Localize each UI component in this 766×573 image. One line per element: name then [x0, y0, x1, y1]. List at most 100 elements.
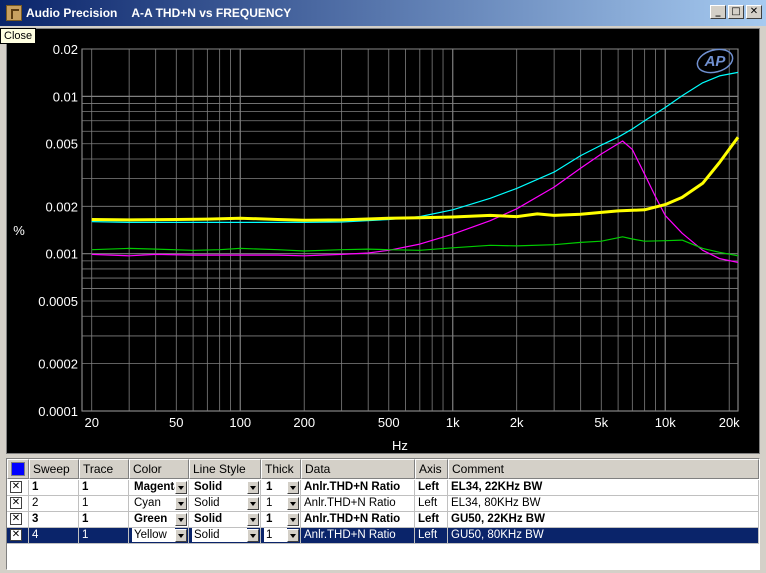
- color-dropdown[interactable]: Cyan: [129, 496, 189, 512]
- cell-axis[interactable]: Left: [415, 480, 448, 496]
- row-enable-cell: ✕: [7, 528, 29, 544]
- x-tick-label: 10k: [655, 415, 676, 430]
- x-tick-label: 2k: [510, 415, 524, 430]
- chevron-down-icon[interactable]: [175, 497, 187, 510]
- table-row[interactable]: ✕ 3 1 Green Solid 1 Anlr.THD+N Ratio Left GU50, …: [7, 512, 759, 528]
- cell-trace[interactable]: 1: [79, 528, 129, 544]
- color-dropdown[interactable]: Magenta: [129, 480, 189, 496]
- line-style-value: Solid: [192, 480, 247, 494]
- color-dropdown[interactable]: Green: [129, 512, 189, 528]
- y-axis-label: %: [13, 223, 25, 238]
- x-tick-label: 20: [84, 415, 98, 430]
- thick-dropdown[interactable]: 1: [261, 528, 301, 544]
- column-header-trace[interactable]: Trace: [79, 459, 129, 479]
- cell-comment[interactable]: EL34, 80KHz BW: [448, 496, 759, 512]
- line-style-value: Solid: [192, 496, 247, 510]
- row-enable-checkbox[interactable]: ✕: [10, 480, 22, 493]
- x-axis-label: Hz: [392, 438, 408, 453]
- cell-trace[interactable]: 1: [79, 512, 129, 528]
- select-all-header[interactable]: [7, 459, 29, 479]
- cell-sweep[interactable]: 4: [29, 528, 79, 544]
- x-tick-label: 1k: [446, 415, 460, 430]
- line-style-dropdown[interactable]: Solid: [189, 528, 261, 544]
- chevron-down-icon[interactable]: [175, 529, 187, 542]
- cell-data[interactable]: Anlr.THD+N Ratio: [301, 528, 415, 544]
- cell-axis[interactable]: Left: [415, 528, 448, 544]
- window-controls: _ □ ✕: [708, 5, 762, 19]
- chart-frame: 20 50 100 200 500 1k 2k 5k 10k 20k 0.02 0.01 0.005 0.…: [6, 28, 760, 454]
- minimize-button[interactable]: _: [710, 5, 726, 19]
- chevron-down-icon[interactable]: [247, 497, 259, 510]
- thick-dropdown[interactable]: 1: [261, 512, 301, 528]
- color-value: Yellow: [132, 528, 175, 542]
- app-name: Audio Precision: [26, 6, 118, 20]
- column-header-sweep[interactable]: Sweep: [29, 459, 79, 479]
- cell-trace[interactable]: 1: [79, 496, 129, 512]
- line-style-dropdown[interactable]: Solid: [189, 480, 261, 496]
- cell-data[interactable]: Anlr.THD+N Ratio: [301, 480, 415, 496]
- thick-dropdown[interactable]: 1: [261, 496, 301, 512]
- table-row[interactable]: ✕ 1 1 Magenta Solid 1 Anlr.THD+N Ratio Left EL34…: [7, 480, 759, 496]
- x-tick-label: 5k: [594, 415, 608, 430]
- column-header-line-style[interactable]: Line Style: [189, 459, 261, 479]
- column-header-comment[interactable]: Comment: [448, 459, 759, 479]
- color-value: Cyan: [132, 496, 175, 510]
- maximize-button[interactable]: □: [728, 5, 744, 19]
- row-enable-checkbox[interactable]: ✕: [10, 528, 22, 541]
- line-style-dropdown[interactable]: Solid: [189, 496, 261, 512]
- window-title: A-A THD+N vs FREQUENCY: [131, 6, 292, 20]
- color-value: Magenta: [132, 480, 181, 494]
- column-header-color[interactable]: Color: [129, 459, 189, 479]
- cell-comment[interactable]: EL34, 22KHz BW: [448, 480, 759, 496]
- chevron-down-icon[interactable]: [247, 513, 259, 526]
- close-button[interactable]: ✕: [746, 5, 762, 19]
- cell-data[interactable]: Anlr.THD+N Ratio: [301, 496, 415, 512]
- y-tick-label: 0.01: [53, 89, 78, 104]
- cell-data[interactable]: Anlr.THD+N Ratio: [301, 512, 415, 528]
- chevron-down-icon[interactable]: [175, 513, 187, 526]
- chevron-down-icon[interactable]: [247, 481, 259, 494]
- y-tick-label: 0.0005: [38, 294, 78, 309]
- column-header-thick[interactable]: Thick: [261, 459, 301, 479]
- y-tick-label: 0.0002: [38, 357, 78, 372]
- chevron-down-icon[interactable]: [175, 481, 187, 494]
- thick-value: 1: [264, 528, 287, 542]
- column-header-data[interactable]: Data: [301, 459, 415, 479]
- x-tick-label: 20k: [719, 415, 740, 430]
- chevron-down-icon[interactable]: [287, 513, 299, 526]
- title-bar: Audio Precision A-A THD+N vs FREQUENCY _…: [0, 0, 766, 26]
- row-enable-checkbox[interactable]: ✕: [10, 496, 22, 509]
- cell-sweep[interactable]: 2: [29, 496, 79, 512]
- row-enable-cell: ✕: [7, 496, 29, 512]
- line-style-dropdown[interactable]: Solid: [189, 512, 261, 528]
- table-header: Sweep Trace Color Line Style Thick Data Axis Co…: [7, 459, 759, 479]
- chevron-down-icon[interactable]: [287, 481, 299, 494]
- thick-value: 1: [264, 512, 287, 526]
- cell-axis[interactable]: Left: [415, 512, 448, 528]
- cell-sweep[interactable]: 3: [29, 512, 79, 528]
- y-tick-label: 0.002: [45, 199, 78, 214]
- table-row[interactable]: ✕ 2 1 Cyan Solid 1 Anlr.THD+N Ratio Left EL34, 8…: [7, 496, 759, 512]
- cell-trace[interactable]: 1: [79, 480, 129, 496]
- thick-dropdown[interactable]: 1: [261, 480, 301, 496]
- cell-axis[interactable]: Left: [415, 496, 448, 512]
- app-icon[interactable]: [6, 5, 22, 21]
- cell-comment[interactable]: GU50, 80KHz BW: [448, 528, 759, 544]
- cell-sweep[interactable]: 1: [29, 480, 79, 496]
- thd-chart: 20 50 100 200 500 1k 2k 5k 10k 20k 0.02 0.01 0.005 0.…: [13, 42, 740, 453]
- cell-comment[interactable]: GU50, 22KHz BW: [448, 512, 759, 528]
- table-row[interactable]: ✕ 4 1 Yellow Solid 1 Anlr.THD+N Ratio Left GU50,…: [7, 528, 759, 544]
- chevron-down-icon[interactable]: [247, 529, 259, 542]
- row-enable-checkbox[interactable]: ✕: [10, 512, 22, 525]
- select-all-swatch[interactable]: [11, 462, 25, 476]
- column-header-axis[interactable]: Axis: [415, 459, 448, 479]
- chevron-down-icon[interactable]: [287, 529, 299, 542]
- x-tick-label: 100: [229, 415, 251, 430]
- ap-logo: AP: [704, 53, 727, 70]
- row-enable-cell: ✕: [7, 480, 29, 496]
- line-style-value: Solid: [192, 528, 247, 542]
- y-tick-label: 0.02: [53, 42, 78, 57]
- close-tooltip: Close: [0, 28, 37, 44]
- color-dropdown[interactable]: Yellow: [129, 528, 189, 544]
- chevron-down-icon[interactable]: [287, 497, 299, 510]
